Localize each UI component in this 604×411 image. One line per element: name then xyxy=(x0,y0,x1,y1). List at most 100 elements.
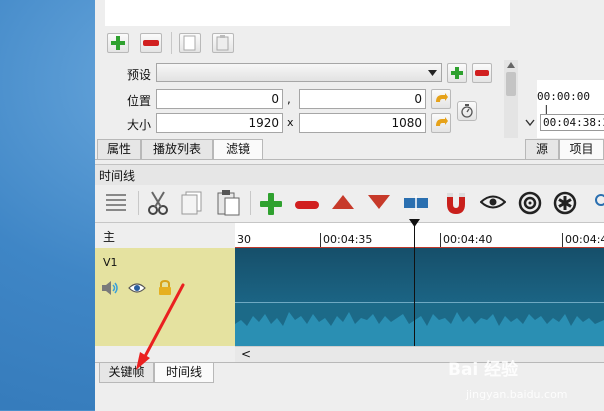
timeline-hscrollbar[interactable]: < xyxy=(235,346,604,363)
menu-icon xyxy=(106,194,126,211)
copy-icon xyxy=(181,191,202,215)
toolbar-separator xyxy=(171,32,172,54)
copy-filter-button[interactable] xyxy=(179,33,201,53)
asterisk-circle-icon xyxy=(553,191,577,215)
shotcut-window: 预设 位置 0 , 0 大小 1920 x 1080 00:00:00 | 00… xyxy=(95,0,604,411)
tab-source[interactable]: 源 xyxy=(525,139,559,159)
speaker-icon[interactable] xyxy=(101,280,119,296)
ripple-all-button[interactable] xyxy=(553,191,577,218)
remove-filter-button[interactable] xyxy=(140,33,162,53)
paste-button[interactable] xyxy=(217,190,241,219)
plus-icon xyxy=(111,36,125,50)
timeline-title: 时间线 xyxy=(99,169,136,183)
toolbar-separator xyxy=(138,191,139,215)
toolbar-separator xyxy=(250,191,251,215)
ruler-tick xyxy=(562,233,563,247)
current-time-display[interactable]: 00:00:00 | xyxy=(537,90,604,116)
triangle-down-icon xyxy=(368,195,390,209)
tab-playlist[interactable]: 播放列表 xyxy=(141,139,213,159)
properties-scrollbar[interactable] xyxy=(504,60,518,188)
keyframe-timer-button[interactable] xyxy=(457,101,477,121)
preset-combo[interactable] xyxy=(156,63,442,82)
timeline-menu-button[interactable] xyxy=(105,192,127,215)
remove-button[interactable] xyxy=(295,199,319,213)
scissors-icon xyxy=(148,191,168,215)
position-keyframe-button[interactable] xyxy=(431,89,451,109)
tab-project[interactable]: 项目 xyxy=(559,139,604,159)
timeline-dock-title: 时间线 xyxy=(95,164,604,186)
tab-timeline[interactable]: 时间线 xyxy=(154,363,214,383)
video-clip[interactable] xyxy=(235,248,604,346)
undo-arrow-icon xyxy=(436,117,448,126)
ruler-tick xyxy=(320,233,321,247)
position-separator: , xyxy=(287,92,291,106)
position-label: 位置 xyxy=(127,94,152,108)
append-button[interactable] xyxy=(259,192,283,219)
minus-icon xyxy=(143,40,159,46)
plus-icon xyxy=(260,193,282,215)
cut-button[interactable] xyxy=(147,191,169,218)
size-label: 大小 xyxy=(127,118,152,132)
split-icon xyxy=(404,195,428,211)
save-preset-button[interactable] xyxy=(447,63,467,83)
eye-icon[interactable] xyxy=(128,282,146,294)
scrub-button[interactable] xyxy=(479,195,507,212)
snap-button[interactable] xyxy=(445,191,467,218)
lock-icon[interactable] xyxy=(158,280,172,296)
triangle-up-icon xyxy=(332,195,354,209)
master-track-label: 主 xyxy=(103,230,116,244)
copy-button[interactable] xyxy=(181,191,203,218)
size-separator: x xyxy=(287,116,294,129)
total-time-field[interactable]: 00:04:38:21 xyxy=(540,114,604,131)
paste-icon xyxy=(216,35,229,51)
playhead-marker-icon[interactable] xyxy=(409,219,420,227)
track-header-top: 主 xyxy=(95,222,235,249)
copy-icon xyxy=(183,35,196,51)
ruler-label: 30 xyxy=(237,233,251,246)
zoom-button[interactable] xyxy=(593,193,604,212)
position-x-field[interactable]: 0 xyxy=(156,89,283,109)
preset-label: 预设 xyxy=(127,68,152,82)
size-keyframe-button[interactable] xyxy=(431,113,451,133)
paste-icon xyxy=(217,190,240,216)
paste-filter-button[interactable] xyxy=(212,33,234,53)
filter-list-panel xyxy=(105,0,510,26)
plus-icon xyxy=(451,67,463,79)
chevron-down-icon xyxy=(428,70,437,76)
ruler-label: 00:04:4 xyxy=(565,233,604,246)
ruler-tick xyxy=(440,233,441,247)
clip-thumbnail xyxy=(235,248,604,302)
undo-arrow-icon xyxy=(436,93,448,102)
watermark-brand: Bai 经验 xyxy=(448,360,519,380)
target-icon xyxy=(518,191,542,215)
tab-keyframes[interactable]: 关键帧 xyxy=(99,363,154,383)
eye-icon xyxy=(479,195,507,209)
watermark-url: jingyan.baidu.com xyxy=(466,388,568,401)
scroll-up-icon[interactable] xyxy=(507,62,515,68)
delete-preset-button[interactable] xyxy=(472,63,492,83)
position-y-field[interactable]: 0 xyxy=(299,89,426,109)
track-header-v1[interactable]: V1 xyxy=(95,248,235,346)
minus-icon xyxy=(475,70,489,76)
zoom-icon xyxy=(595,194,604,206)
time-spin-left[interactable] xyxy=(525,116,539,134)
scroll-left-arrow[interactable]: < xyxy=(241,347,251,361)
ruler-label: 00:04:35 xyxy=(323,233,373,246)
overwrite-button[interactable] xyxy=(368,195,390,212)
size-width-field[interactable]: 1920 xyxy=(156,113,283,133)
ruler-label: 00:04:40 xyxy=(443,233,493,246)
tab-filters[interactable]: 滤镜 xyxy=(213,139,263,159)
lift-button[interactable] xyxy=(332,195,354,212)
split-button[interactable] xyxy=(404,195,428,214)
scrollbar-thumb[interactable] xyxy=(506,72,516,96)
playhead[interactable] xyxy=(414,222,415,347)
audio-waveform xyxy=(235,312,604,346)
chevron-down-icon xyxy=(525,119,535,127)
size-height-field[interactable]: 1080 xyxy=(299,113,426,133)
current-time: 00:00:00 xyxy=(537,90,590,103)
tab-properties[interactable]: 属性 xyxy=(97,139,141,159)
total-time: 00:04:38:21 xyxy=(543,116,604,129)
magnet-icon xyxy=(447,193,465,214)
ripple-button[interactable] xyxy=(518,191,542,218)
add-filter-button[interactable] xyxy=(107,33,129,53)
